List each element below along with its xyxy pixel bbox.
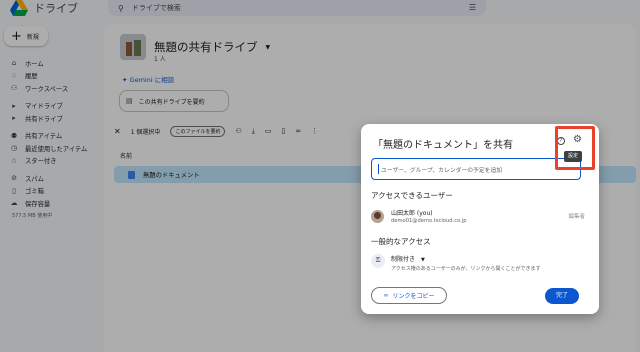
settings-highlight-box: [555, 126, 595, 170]
settings-tooltip: 設定: [564, 151, 582, 162]
link-icon: ∞: [383, 292, 389, 299]
dropdown-arrow-icon: ▼: [420, 257, 425, 263]
copy-link-label: リンクをコピー: [392, 293, 435, 300]
people-with-access-heading: アクセスできるユーザー: [371, 191, 453, 200]
user-row: 山田太郎 (you) demo01@demo.tscloud.co.jp 編集者: [371, 207, 589, 227]
access-level-label: 制限付き: [391, 256, 416, 263]
user-email: demo01@demo.tscloud.co.jp: [391, 218, 467, 224]
user-name: 山田太郎 (you): [391, 210, 433, 217]
avatar: [371, 210, 384, 223]
user-role: 編集者: [568, 214, 585, 220]
dialog-title: 「無題のドキュメント」を共有: [373, 140, 513, 151]
access-level-dropdown[interactable]: 制限付き ▼: [391, 254, 425, 263]
add-people-placeholder: ユーザー、グループ、カレンダーの予定を追加: [381, 167, 503, 174]
drive-app: ドライブ ⚲ ドライブで検索 ☰ + 新規 ⌂ ホーム ♢ 履歴 ⚇ ワークスペース …: [0, 0, 640, 352]
access-description: アクセス権のあるユーザーのみが、リンクから開くことができます: [391, 266, 541, 272]
done-button[interactable]: 完了: [545, 288, 579, 304]
general-access-heading: 一般的なアクセス: [371, 237, 431, 246]
add-people-input[interactable]: ユーザー、グループ、カレンダーの予定を追加: [371, 158, 581, 180]
lock-icon: ⚿: [371, 254, 385, 268]
copy-link-button[interactable]: ∞ リンクをコピー: [371, 287, 447, 304]
text-caret: [378, 164, 379, 174]
